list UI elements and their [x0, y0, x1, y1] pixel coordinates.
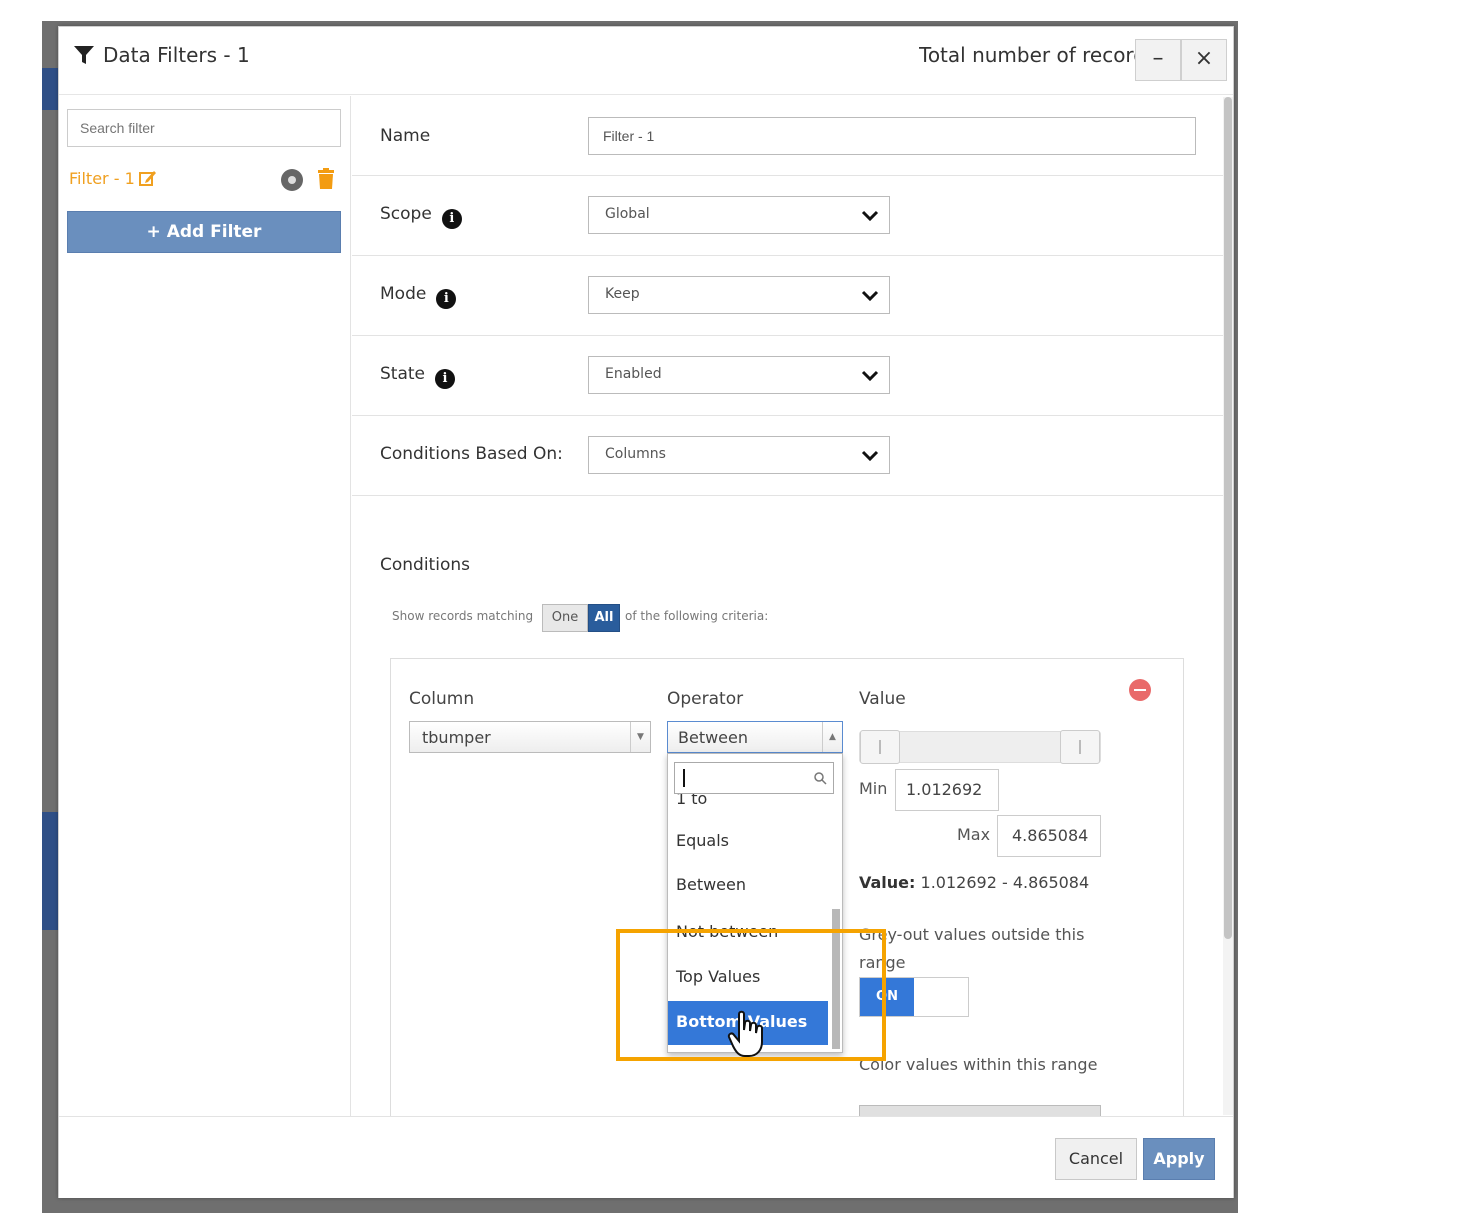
max-label: Max [957, 825, 991, 844]
value-header: Value [859, 689, 906, 709]
range-slider[interactable] [859, 730, 1101, 764]
scope-row: Scope i Global [352, 176, 1224, 256]
chevron-down-icon [861, 370, 879, 382]
add-filter-button[interactable]: + Add Filter [67, 211, 341, 253]
search-icon [814, 772, 827, 785]
dialog-footer: Cancel Apply [59, 1116, 1233, 1198]
operator-option[interactable]: Equals [668, 820, 828, 864]
operator-value: Between [678, 728, 749, 747]
match-suffix-text: of the following criteria: [625, 609, 769, 623]
match-prefix-text: Show records matching [392, 609, 534, 623]
scope-label-text: Scope [380, 204, 432, 224]
mode-label-text: Mode [380, 284, 427, 304]
min-input[interactable]: 1.012692 [895, 769, 999, 811]
column-select[interactable]: tbumper ▼ [409, 721, 651, 753]
filter-sidebar: Filter - 1 + Add Filter [59, 96, 351, 1116]
match-one-button[interactable]: One [542, 604, 588, 632]
value-summary-range: 1.012692 - 4.865084 [920, 873, 1090, 892]
slider-min-handle[interactable] [860, 730, 900, 764]
dialog-titlebar: Data Filters - 1 Total number of records… [59, 27, 1233, 95]
trash-icon[interactable] [317, 168, 335, 190]
conditions-based-row: Conditions Based On: Columns [352, 416, 1224, 496]
cancel-button[interactable]: Cancel [1055, 1138, 1137, 1180]
remove-condition-icon[interactable] [1129, 679, 1151, 701]
chevron-down-icon [861, 450, 879, 462]
background-strip-top [42, 68, 58, 110]
visibility-icon[interactable] [281, 169, 303, 191]
operator-header: Operator [667, 689, 744, 709]
text-caret [683, 769, 685, 787]
background-strip-bottom [42, 812, 58, 930]
main-scrollbar[interactable] [1223, 97, 1233, 1115]
filter-funnel-icon [74, 46, 94, 64]
value-summary-label: Value: [859, 873, 916, 892]
state-row: State i Enabled [352, 336, 1224, 416]
apply-button[interactable]: Apply [1143, 1138, 1215, 1180]
operator-search-input[interactable] [674, 762, 834, 794]
dialog-title: Data Filters - 1 [103, 43, 250, 67]
hand-cursor-icon [727, 1010, 763, 1057]
column-value: tbumper [422, 728, 491, 747]
info-icon[interactable]: i [435, 369, 455, 389]
color-label: Color values within this range [859, 1055, 1098, 1074]
chevron-down-icon: ▼ [630, 722, 650, 752]
chevron-down-icon [861, 210, 879, 222]
info-icon[interactable]: i [436, 289, 457, 309]
conditions-based-select[interactable]: Columns [588, 436, 890, 474]
close-button[interactable]: × [1181, 39, 1227, 81]
min-label: Min [859, 779, 888, 798]
scope-value: Global [605, 206, 650, 222]
operator-select[interactable]: Between ▲ [667, 721, 843, 753]
state-label: State i [380, 364, 455, 389]
operator-option[interactable]: Between [668, 864, 828, 908]
mode-select[interactable]: Keep [588, 276, 890, 314]
total-records-label: Total number of records [919, 43, 1135, 67]
main-scrollbar-thumb[interactable] [1224, 97, 1232, 939]
edit-icon[interactable] [139, 169, 157, 187]
conditions-based-value: Columns [605, 446, 666, 462]
search-filter-input[interactable] [67, 109, 341, 147]
scope-label: Scope i [380, 204, 462, 229]
minimize-button[interactable]: – [1135, 39, 1181, 81]
max-input[interactable]: 4.865084 [997, 815, 1101, 857]
name-label: Name [380, 126, 431, 146]
conditions-title: Conditions [380, 555, 470, 575]
state-select[interactable]: Enabled [588, 356, 890, 394]
mode-value: Keep [605, 286, 640, 302]
column-header: Column [409, 689, 475, 709]
info-icon[interactable]: i [441, 209, 462, 229]
mode-label: Mode i [380, 284, 457, 309]
greyout-label: Grey-out values outside this range [859, 925, 1085, 972]
name-input[interactable] [588, 117, 1196, 155]
state-value: Enabled [605, 366, 662, 382]
chevron-up-icon: ▲ [822, 722, 842, 752]
name-row: Name [352, 96, 1224, 176]
scope-select[interactable]: Global [588, 196, 890, 234]
state-label-text: State [380, 364, 425, 384]
filter-list-item[interactable]: Filter - 1 [69, 169, 135, 188]
mode-row: Mode i Keep [352, 256, 1224, 336]
chevron-down-icon [861, 290, 879, 302]
color-picker-bar[interactable] [859, 1105, 1101, 1116]
slider-max-handle[interactable] [1060, 730, 1100, 764]
conditions-based-label: Conditions Based On: [380, 444, 563, 464]
match-all-button[interactable]: All [588, 604, 620, 632]
value-summary: Value: 1.012692 - 4.865084 [859, 873, 1089, 892]
